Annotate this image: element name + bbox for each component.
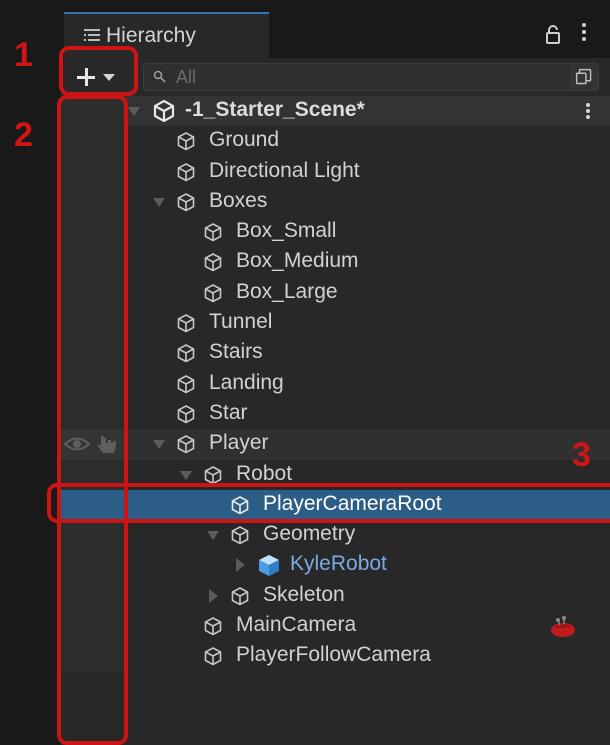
tree-row-star[interactable]: Star	[61, 398, 610, 430]
tree-row-boxes[interactable]: Boxes	[61, 186, 610, 218]
tree-item-label: Player	[209, 431, 269, 455]
hierarchy-tree: -1_Starter_Scene* Ground Directional Lig…	[61, 96, 610, 672]
hierarchy-panel: Hierarchy All -1_Starter_Scene* Ground D…	[61, 0, 610, 745]
tree-row-main-camera[interactable]: MainCamera	[61, 611, 610, 642]
annotation-number-1: 1	[14, 36, 33, 74]
hierarchy-toolbar	[61, 58, 610, 94]
gameobject-cube-icon	[177, 344, 195, 363]
tree-row-directional-light[interactable]: Directional Light	[61, 156, 610, 187]
expand-arrow-icon[interactable]	[153, 197, 165, 207]
tree-row-player-follow-camera[interactable]: PlayerFollowCamera	[61, 641, 610, 672]
kebab-menu-icon[interactable]	[585, 102, 591, 120]
gameobject-cube-icon	[204, 223, 222, 242]
tree-item-label: Geometry	[263, 522, 356, 546]
gameobject-cube-icon	[177, 192, 195, 212]
expand-arrow-icon[interactable]	[153, 440, 165, 450]
tab-strip: Hierarchy	[61, 0, 610, 58]
tree-item-label: Tunnel	[209, 310, 273, 334]
tree-row-ground[interactable]: Ground	[61, 126, 610, 157]
annotation-box-selected-row	[47, 483, 610, 523]
gameobject-cube-icon	[204, 283, 222, 303]
tree-item-label: Landing	[209, 370, 284, 394]
tree-row-box-small[interactable]: Box_Small	[61, 217, 610, 248]
tree-item-label: Box_Medium	[236, 249, 359, 273]
annotation-number-3: 3	[572, 436, 591, 474]
gameobject-cube-icon	[177, 374, 195, 394]
tab-title: Hierarchy	[106, 24, 196, 47]
tree-row-landing[interactable]: Landing	[61, 368, 610, 399]
camera-brain-icon	[551, 616, 575, 638]
tree-item-label: Star	[209, 400, 248, 424]
gameobject-cube-icon	[177, 162, 195, 182]
tree-row-kyle-robot[interactable]: KyleRobot	[61, 550, 610, 581]
tree-item-label: MainCamera	[236, 613, 357, 637]
tree-item-label: Box_Large	[236, 279, 338, 303]
gameobject-cube-icon	[204, 647, 222, 666]
collapse-arrow-icon[interactable]	[236, 558, 245, 573]
gameobject-cube-icon	[177, 435, 195, 454]
gameobject-cube-icon	[204, 617, 222, 636]
search-input[interactable]	[176, 64, 556, 90]
tree-item-label: Ground	[209, 128, 280, 152]
tree-item-label: Robot	[236, 461, 293, 485]
collapse-arrow-icon[interactable]	[209, 588, 218, 603]
gameobject-cube-icon	[204, 465, 222, 484]
tree-row-player[interactable]: Player	[61, 429, 610, 460]
tree-item-label: KyleRobot	[290, 552, 387, 576]
tree-row-geometry[interactable]: Geometry	[61, 520, 610, 551]
gameobject-cube-icon	[177, 132, 195, 151]
gameobject-cube-icon	[231, 526, 249, 545]
tree-row-tunnel[interactable]: Tunnel	[61, 308, 610, 339]
gameobject-cube-icon	[231, 586, 249, 606]
search-field[interactable]	[143, 63, 599, 91]
unity-scene-icon	[153, 100, 175, 122]
expand-arrow-icon[interactable]	[128, 107, 140, 116]
scene-label: -1_Starter_Scene*	[185, 98, 365, 121]
hierarchy-list-icon	[84, 28, 100, 42]
annotation-box-gutter	[57, 95, 128, 745]
scene-row[interactable]: -1_Starter_Scene*	[61, 96, 610, 127]
annotation-number-2: 2	[14, 116, 33, 154]
tree-row-box-large[interactable]: Box_Large	[61, 277, 610, 309]
tree-item-label: Stairs	[209, 340, 263, 364]
annotation-box-add-button	[59, 46, 138, 96]
kebab-menu-icon[interactable]	[581, 22, 587, 42]
gameobject-cube-icon	[177, 405, 195, 424]
expand-arrow-icon[interactable]	[207, 531, 219, 541]
expand-arrow-icon[interactable]	[180, 470, 192, 480]
search-icon	[153, 70, 166, 83]
gameobject-cube-icon	[177, 314, 195, 333]
gameobject-cube-icon	[204, 253, 222, 272]
tree-item-label: Box_Small	[236, 219, 337, 243]
tree-item-label: PlayerFollowCamera	[236, 643, 431, 667]
tree-row-stairs[interactable]: Stairs	[61, 338, 610, 369]
prefab-cube-icon	[259, 555, 279, 577]
search-mode-icon[interactable]	[571, 63, 599, 91]
tree-row-box-medium[interactable]: Box_Medium	[61, 247, 610, 278]
tree-item-label: Boxes	[209, 188, 268, 212]
tree-item-label: Skeleton	[263, 582, 345, 606]
lock-icon[interactable]	[546, 24, 560, 44]
tree-row-skeleton[interactable]: Skeleton	[61, 580, 610, 612]
tree-item-label: Directional Light	[209, 158, 360, 182]
